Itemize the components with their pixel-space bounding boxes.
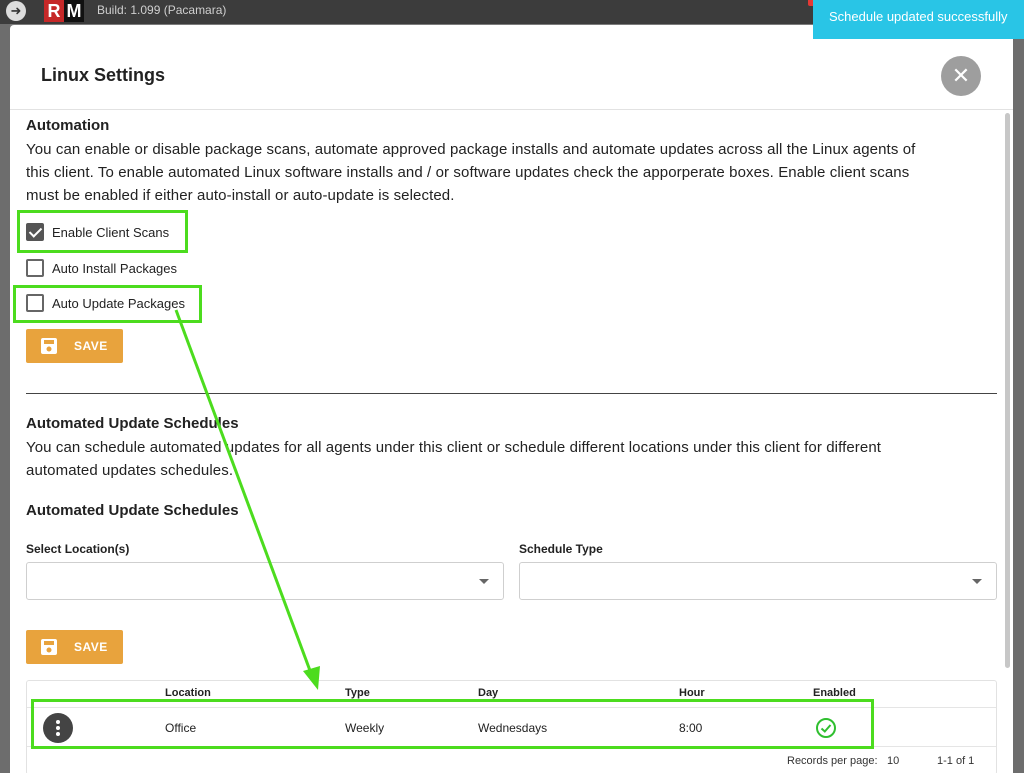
annotation-arrow xyxy=(174,309,320,690)
